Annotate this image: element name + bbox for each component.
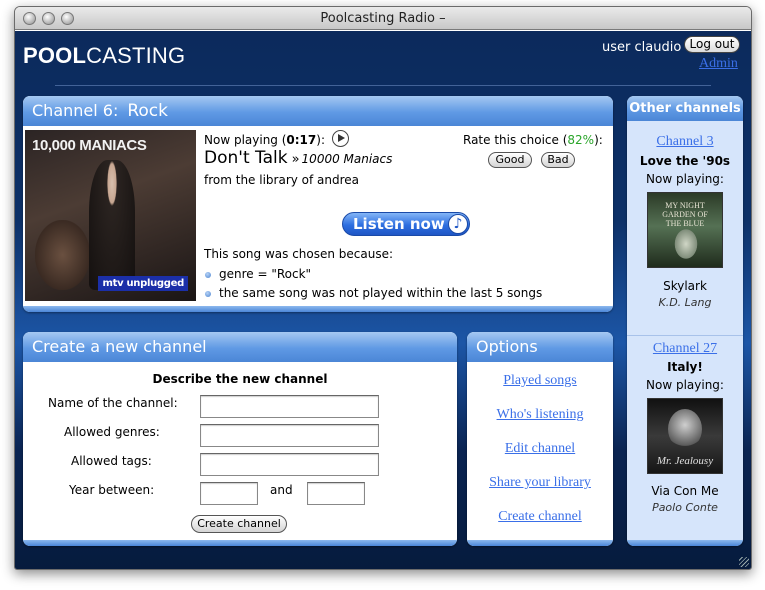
current-channel-panel: Channel 6: Rock 10,000 MANIACS mtv unplug…: [23, 96, 613, 312]
other-channel-artist: K.D. Lang: [658, 296, 712, 309]
cover-badge: mtv unplugged: [98, 276, 188, 291]
resize-handle[interactable]: [739, 557, 749, 567]
reason-title: This song was chosen because:: [204, 247, 394, 261]
channel-number: Channel 6:: [32, 101, 119, 120]
logo: POOLCASTING: [23, 43, 185, 69]
rate-percent: 82%: [567, 133, 595, 147]
panel-footer-bar: [23, 306, 613, 312]
rate-bad-button[interactable]: Bad: [541, 152, 575, 168]
other-cover-figure: [673, 227, 699, 261]
song-separator: »: [291, 152, 300, 167]
other-channel-song: Via Con Me: [651, 484, 719, 498]
window-title: Poolcasting Radio –: [320, 11, 446, 26]
listen-now-label: Listen now: [353, 215, 445, 233]
other-channel-artist: Paolo Conte: [652, 501, 718, 514]
cover-guitar-shape: [35, 220, 90, 290]
album-cover: 10,000 MANIACS mtv unplugged: [25, 130, 196, 301]
create-channel-subtitle: Describe the new channel: [152, 372, 328, 386]
reason-item: the same song was not played within the …: [204, 286, 542, 300]
create-channel-panel: Create a new channel Describe the new ch…: [23, 332, 457, 546]
channel-name-input[interactable]: [200, 395, 379, 418]
other-channels-divider: [627, 335, 743, 336]
panel-footer-bar: [627, 540, 743, 546]
other-cover-face: [668, 409, 702, 449]
header-divider: [55, 85, 711, 86]
other-now-playing-label: Now playing:: [646, 378, 724, 392]
logout-button[interactable]: Log out: [684, 36, 740, 53]
song-title: Don't Talk: [204, 148, 288, 168]
other-channels-header: Other channels: [627, 96, 743, 121]
panel-footer-bar: [23, 540, 457, 546]
page-content: POOLCASTING user claudio Log out Admin C…: [15, 31, 751, 569]
now-playing-suffix: ):: [316, 133, 325, 147]
create-channel-button[interactable]: Create channel: [191, 515, 287, 533]
edit-channel-link[interactable]: Edit channel: [467, 441, 613, 457]
rate-good-button[interactable]: Good: [488, 152, 532, 168]
played-songs-link[interactable]: Played songs: [467, 373, 613, 389]
title-bar: Poolcasting Radio –: [15, 7, 751, 30]
create-channel-link[interactable]: Create channel: [467, 509, 613, 525]
channel-name: Rock: [127, 101, 168, 121]
song-artist: 10000 Maniacs: [301, 152, 393, 166]
now-playing-label: Now playing (0:17):: [204, 133, 325, 147]
other-channel-song: Skylark: [663, 279, 707, 293]
other-cover-text: Mr. Jealousy: [656, 455, 714, 467]
panel-footer-bar: [467, 540, 613, 546]
channel-name-label: Name of the channel:: [48, 396, 178, 410]
library-source: from the library of andrea: [204, 173, 360, 187]
other-channel-link[interactable]: Channel 3: [627, 134, 743, 150]
year-and-label: and: [270, 483, 293, 497]
other-channel-name: Italy!: [667, 360, 703, 374]
year-between-label: Year between:: [69, 483, 155, 497]
allowed-genres-input[interactable]: [200, 424, 379, 447]
now-playing-time: 0:17: [286, 133, 317, 147]
cover-singer-shape: [89, 160, 135, 290]
now-playing-prefix: Now playing (: [204, 133, 287, 147]
user-label: user claudio: [602, 40, 682, 55]
other-now-playing-label: Now playing:: [646, 172, 724, 186]
music-note-icon: ♪: [448, 214, 468, 234]
create-channel-header: Create a new channel: [23, 332, 457, 362]
listen-now-button[interactable]: Listen now ♪: [342, 212, 470, 236]
other-channels-panel: Other channels Channel 3 Love the '90s N…: [627, 96, 743, 546]
options-panel: Options Played songs Who's listening Edi…: [467, 332, 613, 546]
song-info: Don't Talk» 10000 Maniacs: [204, 148, 392, 168]
rate-suffix: ):: [594, 133, 603, 147]
allowed-tags-label: Allowed tags:: [71, 454, 152, 468]
current-channel-header: Channel 6: Rock: [23, 96, 613, 126]
share-library-link[interactable]: Share your library: [467, 475, 613, 491]
other-channel-cover: Mr. Jealousy: [647, 398, 723, 474]
app-window: Poolcasting Radio – POOLCASTING user cla…: [14, 6, 752, 570]
other-channel-name: Love the '90s: [639, 154, 731, 168]
year-to-input[interactable]: [307, 482, 365, 505]
reason-item: genre = "Rock": [204, 267, 311, 281]
logo-bold: POOL: [23, 43, 87, 68]
whos-listening-link[interactable]: Who's listening: [467, 407, 613, 423]
admin-link[interactable]: Admin: [699, 56, 738, 72]
rate-label: Rate this choice (82%):: [463, 133, 603, 147]
allowed-tags-input[interactable]: [200, 453, 379, 476]
other-cover-text: MY NIGHT GARDEN OF THE BLUE: [662, 201, 708, 228]
play-icon[interactable]: [332, 130, 349, 147]
rate-prefix: Rate this choice (: [463, 133, 568, 147]
options-header: Options: [467, 332, 613, 362]
cover-band-text: 10,000 MANIACS: [32, 137, 147, 154]
logo-light: CASTING: [86, 43, 186, 68]
other-channel-link[interactable]: Channel 27: [627, 341, 743, 357]
allowed-genres-label: Allowed genres:: [64, 425, 160, 439]
year-from-input[interactable]: [200, 482, 258, 505]
other-channel-cover: MY NIGHT GARDEN OF THE BLUE: [647, 192, 723, 268]
